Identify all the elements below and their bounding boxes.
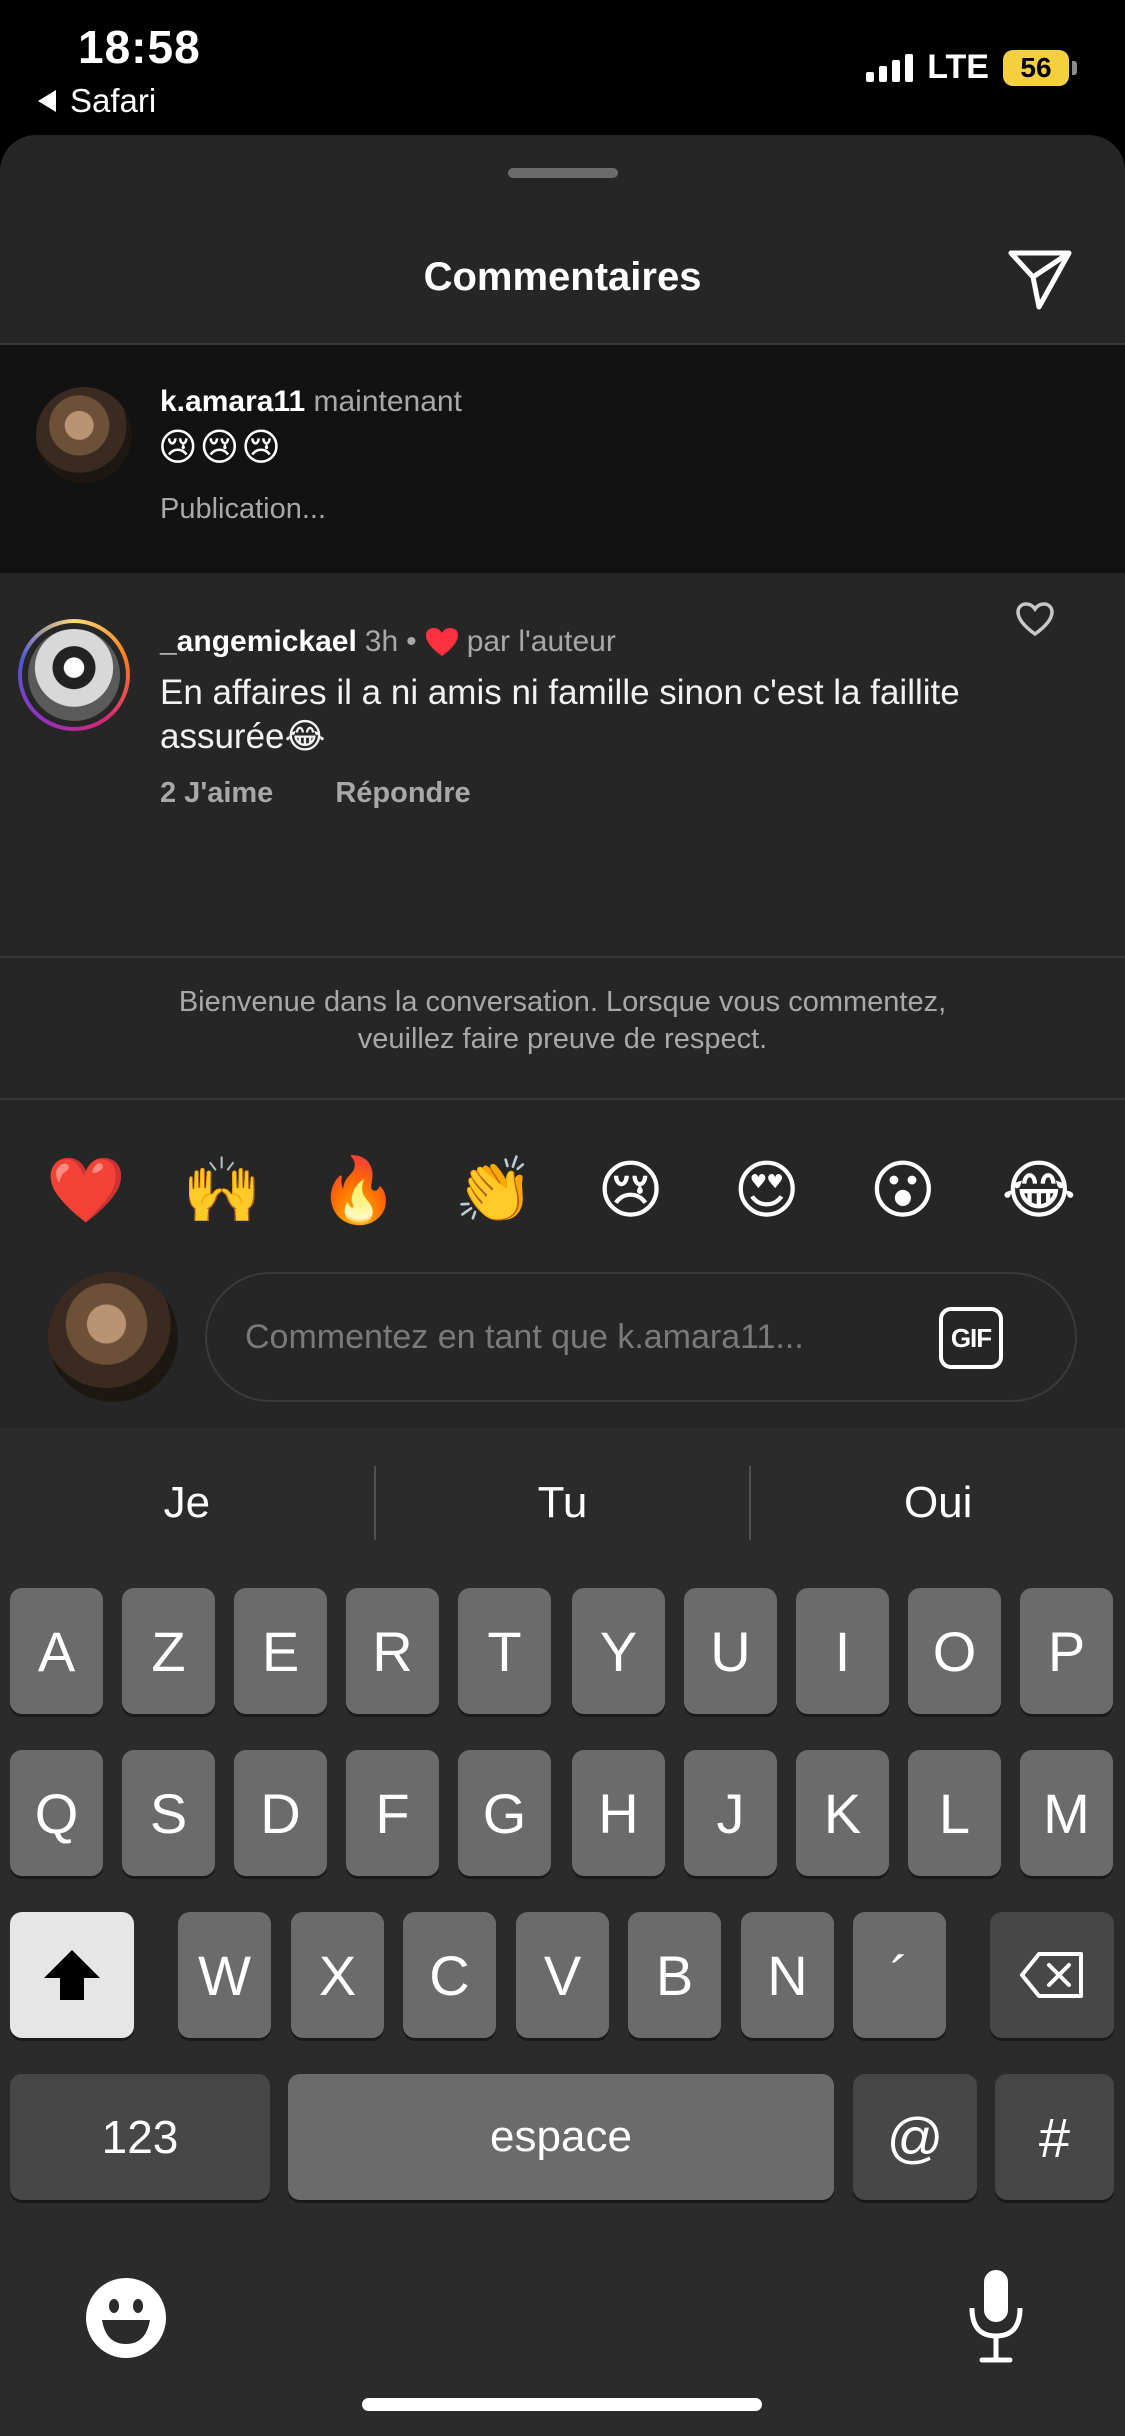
key-z[interactable]: Z: [122, 1588, 215, 1714]
meta-separator: •: [406, 625, 417, 658]
back-to-app-button[interactable]: Safari: [38, 82, 156, 120]
keyboard: Je Tu Oui A Z E R T Y U I O P Q S D F G …: [0, 1428, 1125, 2436]
comment-item: _angemickael 3h • par l'auteur En affair…: [0, 602, 1125, 809]
comment-author-line: _angemickael 3h • par l'auteur: [160, 625, 616, 659]
liked-by-author-label: par l'auteur: [466, 625, 616, 658]
shift-arrow-icon: [44, 1950, 100, 2000]
key-r[interactable]: R: [346, 1588, 439, 1714]
home-indicator[interactable]: [362, 2398, 762, 2411]
key-g[interactable]: G: [458, 1750, 551, 1876]
comment-username[interactable]: k.amara11: [160, 385, 305, 418]
posting-status: Publication...: [160, 493, 327, 525]
quick-emoji-bar: ❤️ 🙌 🔥 👏 😢 😍 😮 😂: [0, 1140, 1125, 1240]
avatar[interactable]: [36, 387, 132, 483]
comment-time: maintenant: [313, 385, 462, 418]
pending-comment: k.amara11 maintenant 😢😢😢 Publication...: [0, 345, 1125, 573]
story-ring[interactable]: [18, 619, 130, 731]
suggestion-item[interactable]: Tu: [376, 1478, 750, 1528]
key-j[interactable]: J: [684, 1750, 777, 1876]
reply-button[interactable]: Répondre: [335, 777, 470, 810]
suggestion-item[interactable]: Je: [0, 1478, 374, 1528]
avatar: [48, 1272, 178, 1402]
heart-outline-icon[interactable]: [1015, 601, 1055, 637]
backspace-icon: [1020, 1952, 1083, 1998]
emoji-keyboard-icon[interactable]: [84, 2276, 168, 2360]
key-c[interactable]: C: [403, 1912, 496, 2038]
battery-level: 56: [1003, 49, 1069, 86]
key-y[interactable]: Y: [572, 1588, 665, 1714]
key-f[interactable]: F: [346, 1750, 439, 1876]
network-label: LTE: [927, 48, 989, 86]
status-indicators: LTE 56: [866, 48, 1077, 87]
emoji-laughing-button[interactable]: 😂: [984, 1140, 1094, 1240]
space-key[interactable]: espace: [288, 2074, 834, 2200]
key-d[interactable]: D: [234, 1750, 327, 1876]
avatar: [28, 629, 120, 721]
backspace-key[interactable]: [990, 1912, 1114, 2038]
conversation-notice: Bienvenue dans la conversation. Lorsque …: [0, 956, 1125, 1100]
comment-username[interactable]: _angemickael: [160, 625, 357, 659]
signal-icon: [866, 53, 914, 82]
microphone-icon[interactable]: [966, 2268, 1026, 2364]
sheet-grabber[interactable]: [508, 168, 618, 178]
notice-line-1: Bienvenue dans la conversation. Lorsque …: [178, 986, 947, 1018]
comment-input[interactable]: [245, 1274, 905, 1400]
notice-line-2: veuillez faire preuve de respect.: [357, 1023, 768, 1055]
screen: 18:58 Safari LTE 56 Commentaires k.amara…: [0, 0, 1125, 2436]
key-accent[interactable]: ´: [853, 1912, 946, 2038]
status-time: 18:58: [78, 21, 201, 73]
comment-text: En affaires il a ni amis ni famille sino…: [160, 673, 960, 756]
hash-key[interactable]: #: [995, 2074, 1114, 2200]
author-heart-icon: [425, 628, 458, 656]
at-key[interactable]: @: [853, 2074, 977, 2200]
key-q[interactable]: Q: [10, 1750, 103, 1876]
sheet-title: Commentaires: [423, 255, 702, 299]
key-t[interactable]: T: [458, 1588, 551, 1714]
back-triangle-icon: [38, 90, 56, 112]
comment-author-line: k.amara11 maintenant: [160, 385, 462, 419]
comment-time: 3h: [364, 625, 399, 658]
emoji-heart-eyes-button[interactable]: 😍: [712, 1140, 822, 1240]
key-h[interactable]: H: [572, 1750, 665, 1876]
emoji-clap-button[interactable]: 👏: [439, 1140, 549, 1240]
key-l[interactable]: L: [908, 1750, 1001, 1876]
key-o[interactable]: O: [908, 1588, 1001, 1714]
key-x[interactable]: X: [291, 1912, 384, 2038]
emoji-raised-hands-button[interactable]: 🙌: [167, 1140, 277, 1240]
key-w[interactable]: W: [178, 1912, 271, 2038]
likes-count-button[interactable]: 2 J'aime: [160, 777, 273, 810]
battery-icon: 56: [1003, 49, 1077, 86]
emoji-fire-button[interactable]: 🔥: [303, 1140, 413, 1240]
shift-key[interactable]: [10, 1912, 134, 2038]
key-k[interactable]: K: [796, 1750, 889, 1876]
emoji-surprised-button[interactable]: 😮: [848, 1140, 958, 1240]
back-app-label: Safari: [70, 82, 157, 119]
key-u[interactable]: U: [684, 1588, 777, 1714]
share-send-icon[interactable]: [1005, 243, 1075, 313]
key-s[interactable]: S: [122, 1750, 215, 1876]
key-e[interactable]: E: [234, 1588, 327, 1714]
keyboard-suggestions: Je Tu Oui: [0, 1428, 1125, 1578]
numbers-key[interactable]: 123: [10, 2074, 270, 2200]
comment-text: 😢😢😢: [158, 427, 283, 469]
key-m[interactable]: M: [1020, 1750, 1113, 1876]
suggestion-item[interactable]: Oui: [751, 1478, 1125, 1528]
emoji-crying-button[interactable]: 😢: [576, 1140, 686, 1240]
key-n[interactable]: N: [741, 1912, 834, 2038]
key-v[interactable]: V: [516, 1912, 609, 2038]
key-a[interactable]: A: [10, 1588, 103, 1714]
key-i[interactable]: I: [796, 1588, 889, 1714]
gif-button[interactable]: GIF: [939, 1307, 1003, 1369]
emoji-heart-button[interactable]: ❤️: [31, 1140, 141, 1240]
status-bar: 18:58 Safari LTE 56: [0, 0, 1125, 135]
key-p[interactable]: P: [1020, 1588, 1113, 1714]
key-b[interactable]: B: [628, 1912, 721, 2038]
comment-input-container[interactable]: GIF: [205, 1272, 1077, 1402]
comment-composer: GIF: [0, 1262, 1125, 1412]
comment-actions: 2 J'aime Répondre: [160, 777, 471, 810]
